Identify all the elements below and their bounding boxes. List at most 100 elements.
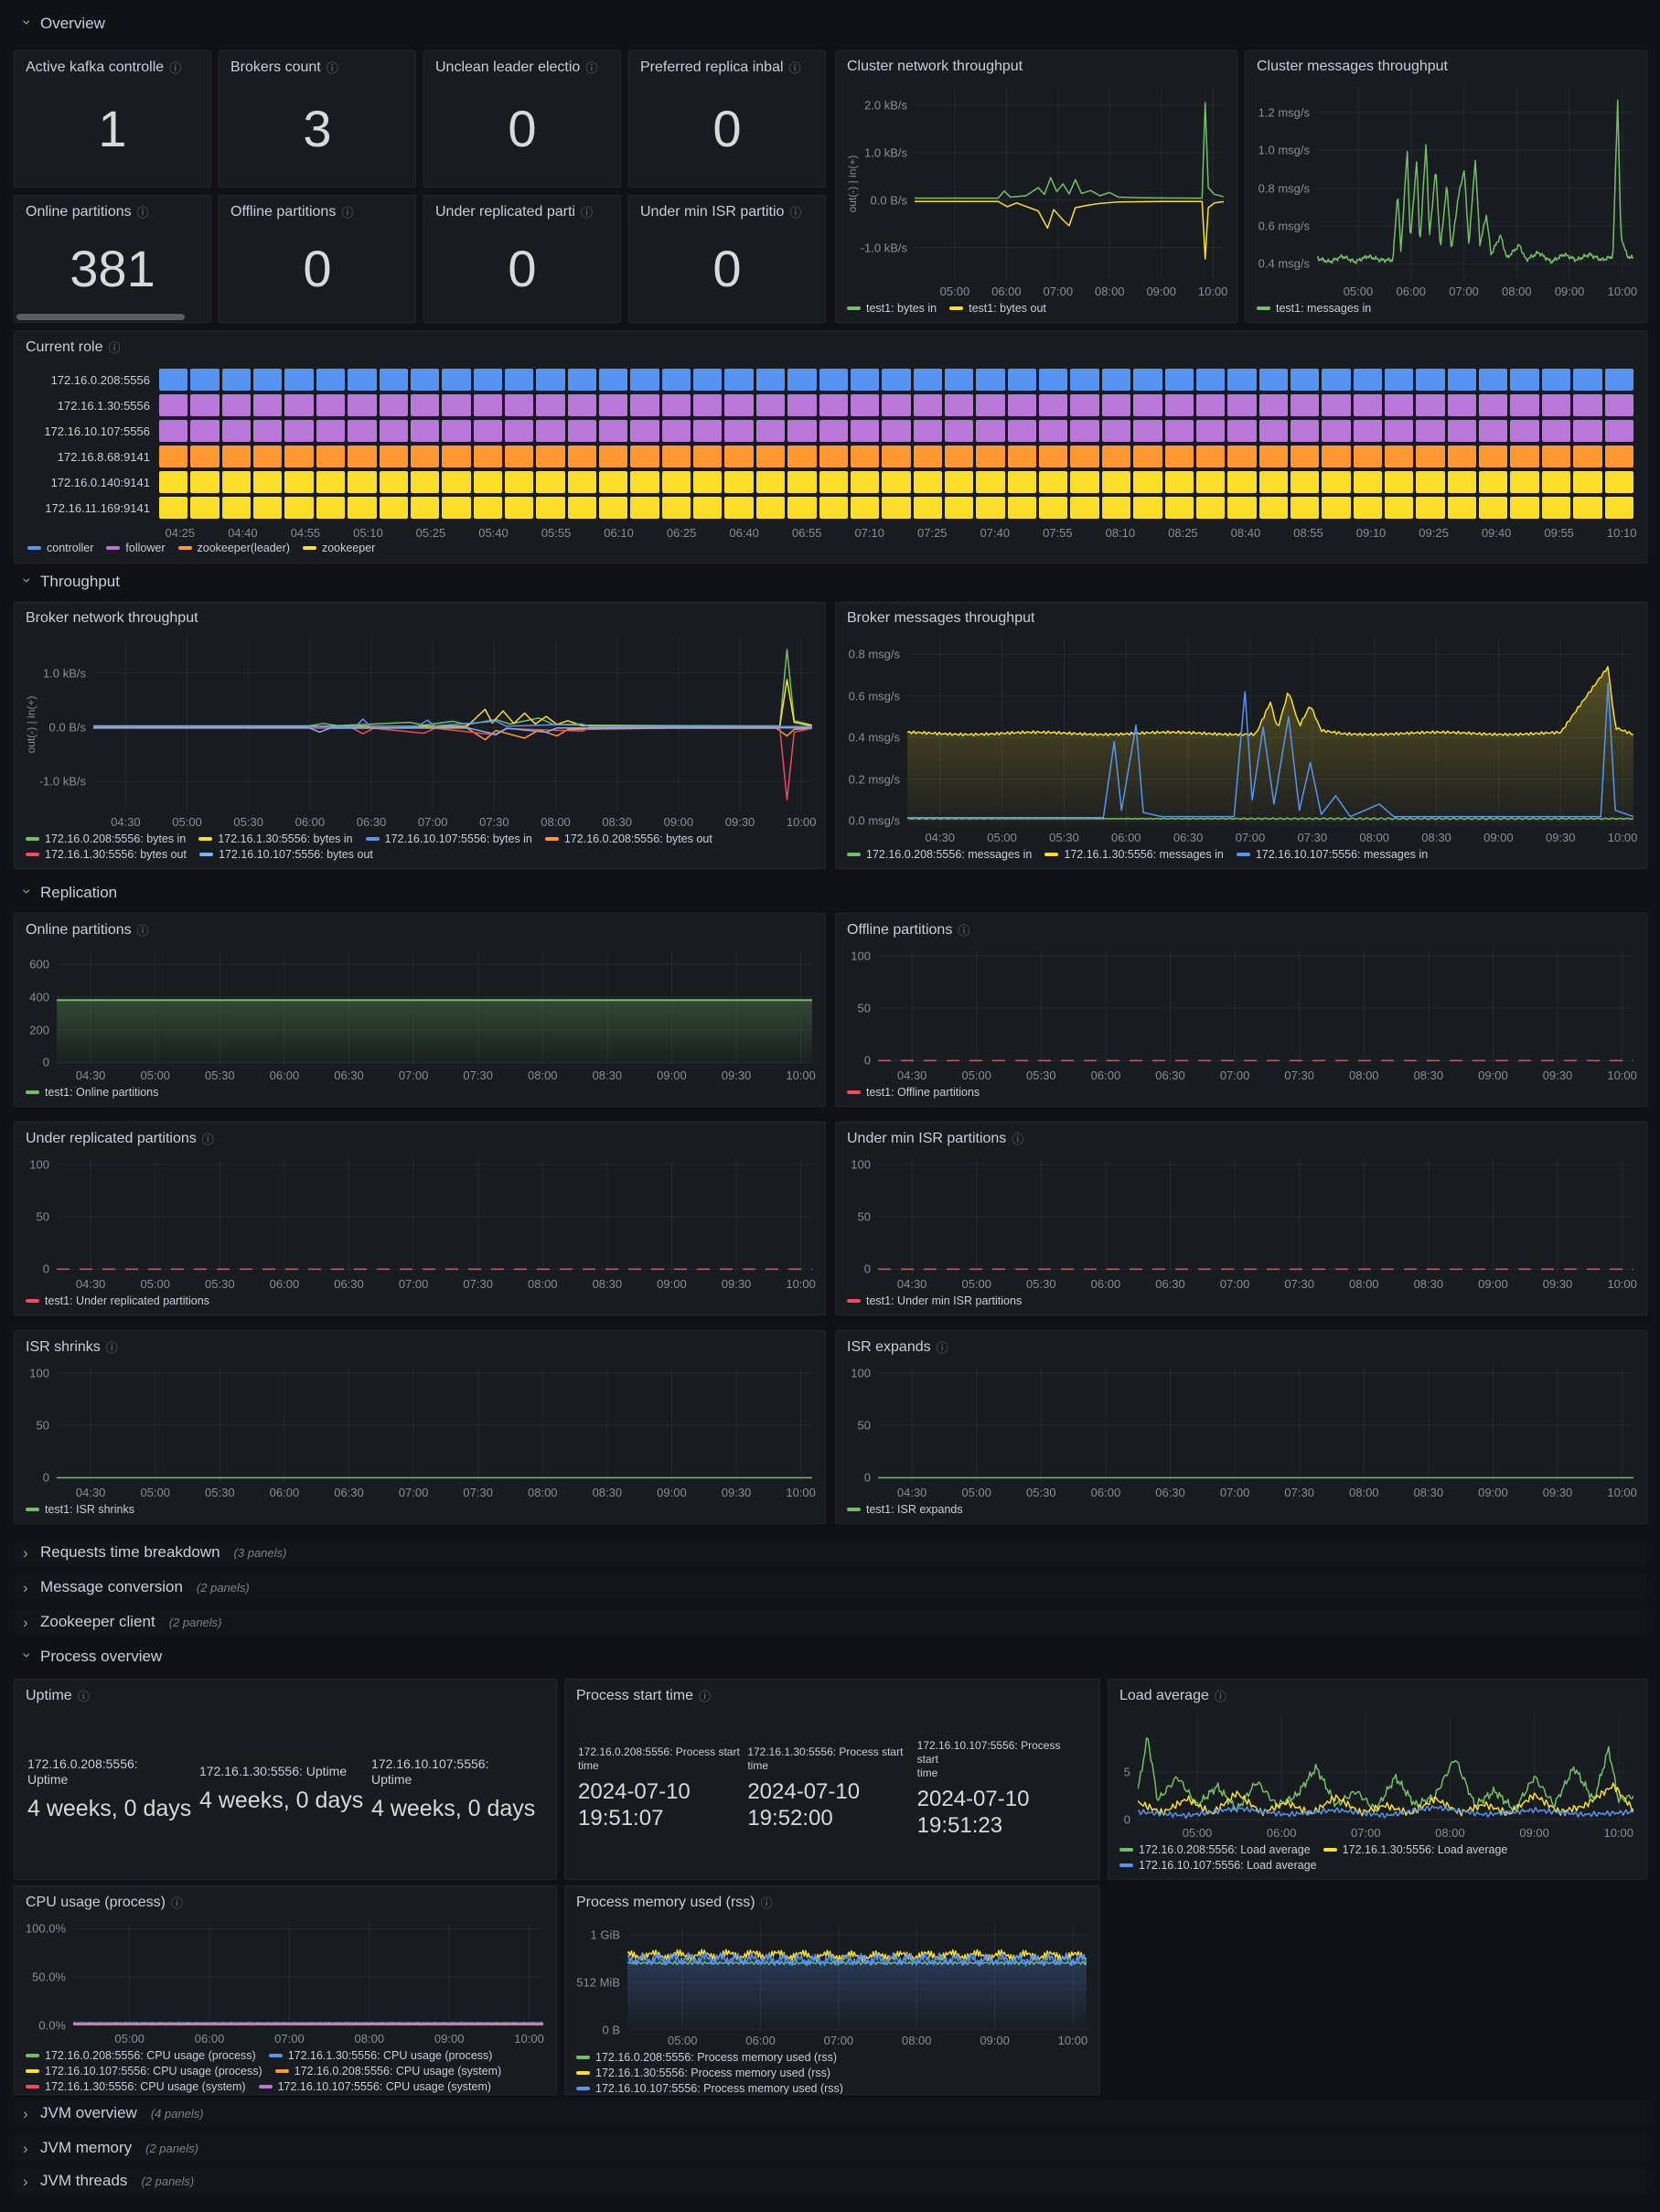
status-cell[interactable] [442,394,470,416]
status-cell[interactable] [914,420,942,442]
status-cell[interactable] [1322,394,1350,416]
status-cell[interactable] [411,446,439,467]
status-cell[interactable] [1354,446,1382,467]
status-cell[interactable] [882,471,910,493]
status-cell[interactable] [348,420,376,442]
status-cell[interactable] [1542,394,1570,416]
status-cell[interactable] [851,446,879,467]
status-cell[interactable] [505,446,533,467]
status-cell[interactable] [568,420,596,442]
status-cell[interactable] [536,446,564,467]
status-cell[interactable] [1102,420,1130,442]
status-cell[interactable] [159,369,187,391]
status-cell[interactable] [945,471,973,493]
info-icon[interactable]: ⓘ [341,203,353,220]
status-cell[interactable] [1322,497,1350,519]
status-cell[interactable] [253,497,282,519]
section-message-conversion[interactable]: › Message conversion (2 panels) [14,1574,1647,1600]
status-cell[interactable] [914,369,942,391]
section-throughput[interactable]: › Throughput [14,569,1647,595]
legend-item[interactable]: 172.16.0.208:5556: messages in [847,848,1032,861]
status-cell[interactable] [1510,471,1538,493]
status-cell[interactable] [630,471,659,493]
status-cell[interactable] [1479,471,1507,493]
status-cell[interactable] [662,369,691,391]
status-cell[interactable] [1039,471,1067,493]
status-cell[interactable] [1102,497,1130,519]
legend-item[interactable]: test1: Under replicated partitions [26,1294,209,1307]
status-cell[interactable] [284,497,313,519]
status-cell[interactable] [1385,369,1413,391]
status-cell[interactable] [945,369,973,391]
status-cell[interactable] [851,394,879,416]
status-cell[interactable] [1605,369,1633,391]
info-icon[interactable]: ⓘ [789,203,801,220]
legend-item[interactable]: test1: bytes in [847,302,937,315]
info-icon[interactable]: ⓘ [327,59,338,76]
status-cell[interactable] [1008,420,1036,442]
horizontal-scrollbar[interactable] [16,314,185,320]
legend-item[interactable]: 172.16.10.107:5556: Load average [1119,1859,1317,1872]
info-icon[interactable]: ⓘ [106,1338,118,1356]
status-cell[interactable] [724,394,753,416]
section-jvm-overview[interactable]: › JVM overview (4 panels) [14,2100,1647,2126]
legend-item[interactable]: test1: messages in [1257,302,1371,315]
status-cell[interactable] [348,497,376,519]
status-cell[interactable] [630,420,659,442]
status-cell[interactable] [1196,394,1225,416]
status-cell[interactable] [316,394,345,416]
status-cell[interactable] [1354,394,1382,416]
status-cell[interactable] [1479,497,1507,519]
status-cell[interactable] [159,471,187,493]
status-cell[interactable] [914,497,942,519]
status-cell[interactable] [1227,497,1256,519]
status-cell[interactable] [1259,394,1288,416]
status-cell[interactable] [819,471,848,493]
status-cell[interactable] [1322,420,1350,442]
status-cell[interactable] [1416,420,1444,442]
status-cell[interactable] [599,369,627,391]
status-cell[interactable] [1291,394,1319,416]
status-cell[interactable] [1165,497,1194,519]
status-cell[interactable] [819,446,848,467]
status-cell[interactable] [442,446,470,467]
status-cell[interactable] [1510,369,1538,391]
legend-item[interactable]: zookeeper [303,542,375,554]
section-requests-time-breakdown[interactable]: › Requests time breakdown (3 panels) [14,1540,1647,1565]
status-cell[interactable] [1542,369,1570,391]
status-cell[interactable] [662,394,691,416]
legend-item[interactable]: 172.16.0.208:5556: Load average [1119,1843,1311,1856]
status-cell[interactable] [1291,497,1319,519]
legend-item[interactable]: 172.16.1.30:5556: Process memory used (r… [576,2067,1090,2079]
status-cell[interactable] [1102,369,1130,391]
status-cell[interactable] [1573,420,1601,442]
status-cell[interactable] [568,471,596,493]
status-cell[interactable] [284,471,313,493]
status-cell[interactable] [380,497,408,519]
status-cell[interactable] [1479,369,1507,391]
status-cell[interactable] [1354,420,1382,442]
status-cell[interactable] [1573,471,1601,493]
section-overview[interactable]: › Overview [14,11,1647,37]
status-cell[interactable] [190,394,219,416]
status-cell[interactable] [505,497,533,519]
status-cell[interactable] [851,471,879,493]
status-cell[interactable] [190,369,219,391]
status-cell[interactable] [316,471,345,493]
status-cell[interactable] [1102,446,1130,467]
section-process-overview[interactable]: › Process overview [14,1644,1647,1670]
status-cell[interactable] [976,420,1004,442]
info-icon[interactable]: ⓘ [789,59,801,76]
status-cell[interactable] [1259,446,1288,467]
status-cell[interactable] [474,394,502,416]
status-cell[interactable] [1259,471,1288,493]
legend-item[interactable]: 172.16.1.30:5556: messages in [1044,848,1223,861]
status-cell[interactable] [1354,369,1382,391]
status-cell[interactable] [1605,497,1633,519]
status-cell[interactable] [380,420,408,442]
status-cell[interactable] [787,446,816,467]
status-cell[interactable] [222,394,251,416]
legend-item[interactable]: 172.16.10.107:5556: CPU usage (system) [259,2080,491,2093]
legend-item[interactable]: 172.16.1.30:5556: Load average [1323,1843,1508,1856]
legend-item[interactable]: 172.16.1.30:5556: CPU usage (system) [26,2080,246,2093]
